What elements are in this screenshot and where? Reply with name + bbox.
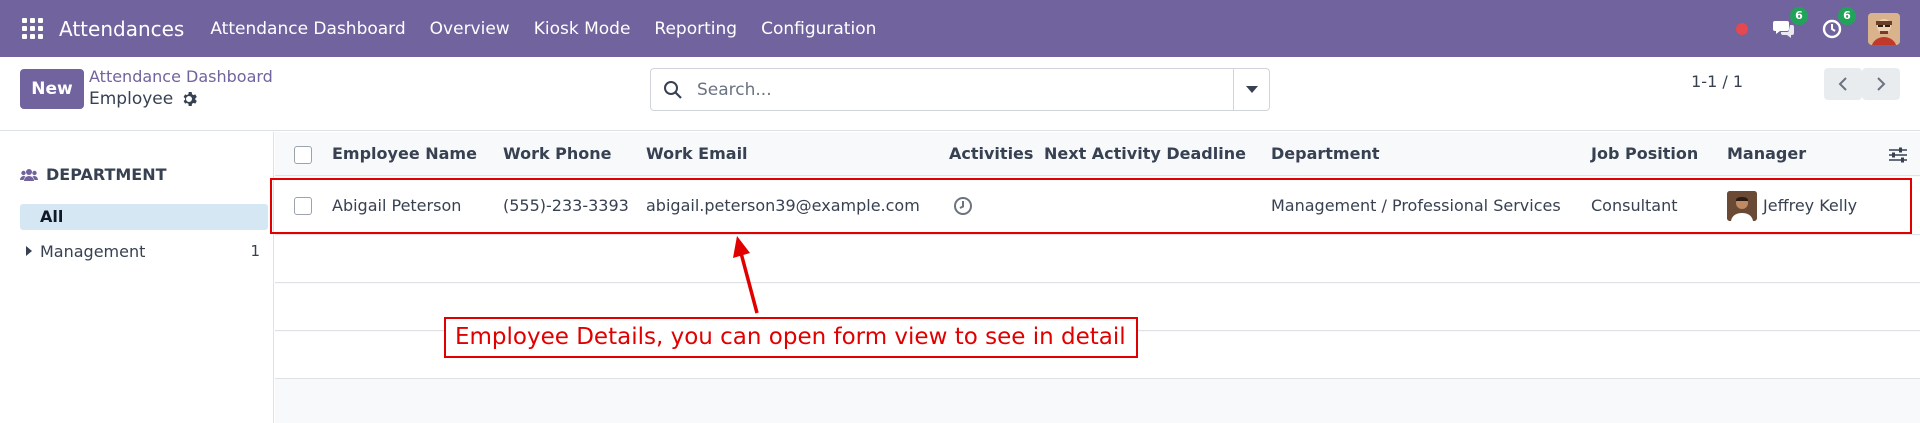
department-heading: DEPARTMENT <box>20 165 167 184</box>
column-work-phone[interactable]: Work Phone <box>503 132 612 176</box>
chevron-left-icon <box>1838 77 1847 91</box>
sidebar-item-label: Management <box>40 241 146 261</box>
column-next-activity-deadline[interactable]: Next Activity Deadline <box>1044 132 1246 176</box>
messages-badge: 6 <box>1790 6 1808 25</box>
annotation-callout: Employee Details, you can open form view… <box>444 317 1138 358</box>
column-activities[interactable]: Activities <box>949 132 1033 176</box>
select-all-checkbox[interactable] <box>294 146 312 164</box>
cell-department: Management / Professional Services <box>1271 196 1561 215</box>
row-checkbox[interactable] <box>294 197 312 215</box>
messages-icon[interactable]: 6 <box>1772 6 1808 41</box>
clock-icon[interactable] <box>953 196 973 216</box>
apps-menu-icon[interactable] <box>22 17 44 40</box>
activities-badge: 6 <box>1838 6 1856 25</box>
menu-attendance-dashboard[interactable]: Attendance Dashboard <box>210 19 405 39</box>
table-row[interactable]: Abigail Peterson (555)-233-3393 abigail.… <box>275 177 1920 235</box>
page-title: Employee <box>89 89 198 109</box>
column-manager[interactable]: Manager <box>1727 132 1806 176</box>
gear-icon[interactable] <box>181 91 198 107</box>
pager-value[interactable]: 1-1 / 1 <box>1691 72 1743 91</box>
menu-overview[interactable]: Overview <box>430 19 510 39</box>
column-employee-name[interactable]: Employee Name <box>332 132 477 176</box>
menu-configuration[interactable]: Configuration <box>761 19 876 39</box>
cell-employee-name: Abigail Peterson <box>332 196 462 215</box>
column-job-position[interactable]: Job Position <box>1591 132 1698 176</box>
breadcrumb[interactable]: Attendance Dashboard <box>89 67 273 86</box>
list-view: Employee Name Work Phone Work Email Acti… <box>275 132 1920 423</box>
search-panel-sidebar: DEPARTMENT All Management 1 <box>0 132 274 423</box>
search-icon <box>664 80 682 99</box>
caret-down-icon <box>1245 86 1258 93</box>
cell-work-phone: (555)-233-3393 <box>503 196 629 215</box>
optional-columns-icon[interactable] <box>1888 146 1908 164</box>
cell-job-position: Consultant <box>1591 196 1678 215</box>
status-dot-icon[interactable] <box>1736 22 1748 35</box>
column-department[interactable]: Department <box>1271 132 1379 176</box>
menu-kiosk-mode[interactable]: Kiosk Mode <box>534 19 631 39</box>
sidebar-item-count: 1 <box>250 242 260 260</box>
top-navbar: Attendances Attendance Dashboard Overvie… <box>0 0 1920 57</box>
sidebar-item-all[interactable]: All <box>20 204 268 230</box>
column-work-email[interactable]: Work Email <box>646 132 748 176</box>
user-avatar[interactable] <box>1868 12 1900 45</box>
empty-row <box>275 236 1920 283</box>
pager-previous-button[interactable] <box>1824 68 1862 100</box>
department-heading-text: DEPARTMENT <box>46 165 167 184</box>
new-button[interactable]: New <box>20 69 84 109</box>
search-input[interactable] <box>697 69 1233 110</box>
manager-avatar <box>1727 191 1757 221</box>
table-header: Employee Name Work Phone Work Email Acti… <box>275 132 1920 176</box>
pager-next-button[interactable] <box>1862 68 1900 100</box>
control-panel: New Attendance Dashboard Employee 1-1 / … <box>0 57 1920 131</box>
chevron-right-icon <box>1877 77 1886 91</box>
search-options-toggle[interactable] <box>1233 69 1269 110</box>
menu-reporting[interactable]: Reporting <box>654 19 737 39</box>
app-name[interactable]: Attendances <box>59 17 184 41</box>
cell-manager: Jeffrey Kelly <box>1763 196 1858 215</box>
search-bar <box>650 68 1270 111</box>
cell-work-email: abigail.peterson39@example.com <box>646 196 920 215</box>
caret-right-icon[interactable] <box>26 246 32 256</box>
page-title-text: Employee <box>89 89 174 109</box>
users-icon <box>20 168 38 181</box>
activities-clock-icon[interactable]: 6 <box>1820 6 1856 41</box>
sidebar-item-management[interactable]: Management 1 <box>26 240 260 262</box>
